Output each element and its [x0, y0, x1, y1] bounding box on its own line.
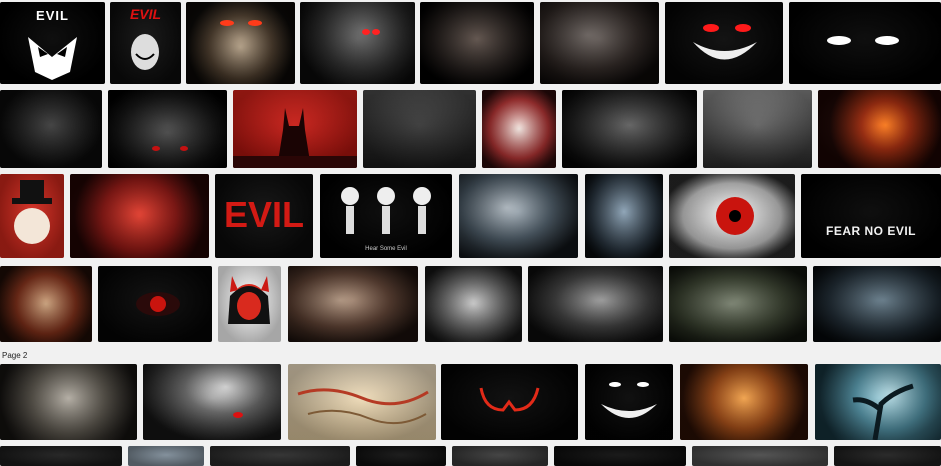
image-result-top-hat-villain[interactable] — [0, 174, 64, 258]
evil-red-hand-text: EVIL — [129, 6, 162, 22]
image-result-stone-skull[interactable] — [0, 364, 137, 440]
image-result-partial-6[interactable] — [554, 446, 686, 466]
image-result-evil-red-hand[interactable]: EVIL — [110, 2, 181, 84]
red-eyes-icon — [300, 2, 415, 84]
image-result-red-eye[interactable] — [669, 174, 795, 258]
image-result-partial-1[interactable] — [0, 446, 122, 466]
image-result-fear-no-evil[interactable]: FEAR NO EVIL — [801, 174, 941, 258]
image-result-fire-demon[interactable] — [818, 90, 941, 168]
image-result-possessed-woman[interactable] — [669, 266, 807, 342]
twisted-tree-icon — [852, 383, 914, 440]
results-row-5 — [0, 364, 941, 440]
results-row-3: EVIL Hear Some Evil FEAR NO EVIL — [0, 174, 941, 258]
image-result-kneeling-figure[interactable] — [108, 90, 227, 168]
red-eyes-icon — [186, 2, 295, 84]
top-hat-icon — [12, 180, 52, 244]
image-result-evil-logo[interactable]: EVIL — [0, 2, 105, 84]
devil-girl-icon — [228, 276, 270, 324]
image-result-alien-abduction[interactable] — [143, 364, 281, 440]
image-result-tattooed-hands[interactable] — [425, 266, 522, 342]
image-result-masked-figure[interactable] — [562, 90, 697, 168]
image-result-evil-big-text[interactable]: EVIL — [215, 174, 313, 258]
image-result-skull-reaper[interactable] — [186, 2, 295, 84]
image-result-glowing-grin[interactable] — [585, 364, 673, 440]
image-result-sweet-tooth-clown[interactable] — [70, 174, 209, 258]
image-result-girl-chains[interactable] — [363, 90, 476, 168]
image-result-zombie-clown[interactable] — [0, 266, 92, 342]
image-result-evil-clown[interactable] — [482, 90, 556, 168]
image-result-partial-8[interactable] — [834, 446, 941, 466]
evil-logo-text: EVIL — [36, 8, 69, 23]
image-result-smoke-figure[interactable] — [459, 174, 578, 258]
results-row-4 — [0, 266, 941, 342]
white-eyes-icon — [789, 2, 941, 84]
neon-horns-icon — [479, 387, 540, 412]
image-result-pale-woman[interactable] — [540, 2, 659, 84]
image-result-dark-forest[interactable] — [703, 90, 812, 168]
grin-icon — [601, 404, 657, 418]
image-result-dark-creature[interactable] — [300, 2, 415, 84]
image-result-hooded-dark-face[interactable] — [813, 266, 941, 342]
image-result-dark-tree[interactable] — [815, 364, 941, 440]
red-iris-icon — [716, 197, 754, 235]
image-result-parchment-battle[interactable] — [288, 364, 436, 440]
image-result-fire-skeleton[interactable] — [680, 364, 808, 440]
grin-icon — [693, 42, 757, 60]
image-result-dark-beast[interactable] — [0, 90, 102, 168]
image-result-skull-smoke[interactable] — [528, 266, 663, 342]
image-result-hooded-ghost[interactable] — [585, 174, 663, 258]
image-result-partial-2[interactable] — [128, 446, 204, 466]
image-result-white-eyes[interactable] — [789, 2, 941, 84]
results-row-6 — [0, 446, 941, 466]
battle-scene-icon — [297, 388, 429, 425]
image-result-neon-horns[interactable] — [441, 364, 578, 440]
image-result-devil-girl[interactable] — [218, 266, 281, 342]
image-result-red-eye-dark[interactable] — [98, 266, 212, 342]
image-result-partial-3[interactable] — [210, 446, 350, 466]
image-result-screaming-faces[interactable] — [288, 266, 418, 342]
image-result-red-rabbit-silhouette[interactable] — [233, 90, 357, 168]
image-result-partial-5[interactable] — [452, 446, 548, 466]
red-light-icon — [143, 364, 281, 440]
image-result-vampire-face[interactable] — [420, 2, 534, 84]
image-result-partial-7[interactable] — [692, 446, 828, 466]
page-label: Page 2 — [2, 351, 28, 360]
hear-some-evil-text: Hear Some Evil — [365, 246, 407, 252]
image-result-red-eyed-grin[interactable] — [665, 2, 783, 84]
red-eye-icon — [136, 292, 180, 316]
evil-big-text: EVIL — [223, 194, 304, 235]
red-highlights-icon — [108, 90, 227, 168]
results-row-1: EVIL EVIL — [0, 2, 941, 84]
fear-no-evil-text: FEAR NO EVIL — [825, 224, 916, 238]
image-result-hear-some-evil[interactable]: Hear Some Evil — [320, 174, 452, 258]
horned-silhouette-icon — [233, 108, 357, 168]
results-row-2 — [0, 90, 941, 168]
image-result-partial-4[interactable] — [356, 446, 446, 466]
